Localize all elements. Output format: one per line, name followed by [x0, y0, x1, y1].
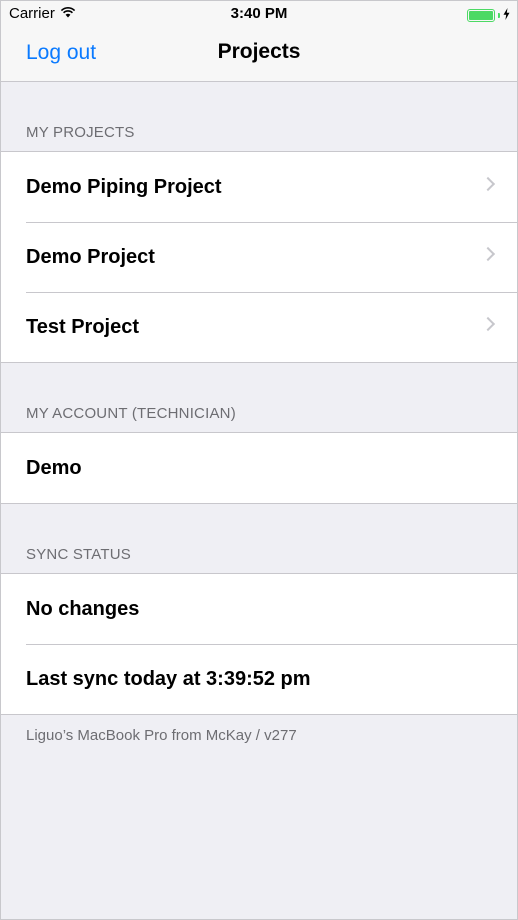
section-header-my-projects: MY PROJECTS [26, 124, 135, 141]
project-row[interactable]: Demo Project [1, 222, 517, 292]
projects-list: Demo Piping Project Demo Project Test Pr… [1, 151, 517, 363]
content: MY PROJECTS Demo Piping Project Demo Pro… [1, 82, 517, 744]
project-row[interactable]: Test Project [1, 292, 517, 362]
navigation-bar: Log out Projects [1, 27, 517, 82]
account-row: Demo [1, 433, 517, 503]
phone-screen: Carrier 3:40 PM Log out Projects MY PROJ… [0, 0, 518, 920]
status-bar: Carrier 3:40 PM [1, 1, 517, 27]
section-header-my-account: MY ACCOUNT (TECHNICIAN) [26, 405, 236, 422]
charging-bolt-icon [503, 7, 510, 24]
last-sync-label: Last sync today at 3:39:52 pm [26, 667, 311, 690]
device-version-note: Liguo’s MacBook Pro from McKay / v277 [26, 727, 297, 744]
sync-changes-row: No changes [1, 574, 517, 644]
last-sync-row: Last sync today at 3:39:52 pm [1, 644, 517, 714]
status-right [467, 7, 510, 24]
project-row[interactable]: Demo Piping Project [1, 152, 517, 222]
status-time: 3:40 PM [230, 5, 288, 22]
battery-cap [498, 13, 500, 18]
account-name: Demo [26, 456, 82, 479]
section-header-sync-status: SYNC STATUS [26, 546, 131, 563]
project-label: Demo Piping Project [26, 175, 222, 198]
project-label: Demo Project [26, 245, 155, 268]
sync-changes-label: No changes [26, 597, 140, 620]
project-label: Test Project [26, 315, 139, 338]
chevron-right-icon [480, 176, 496, 192]
chevron-right-icon [480, 316, 496, 332]
sync-list: No changes Last sync today at 3:39:52 pm [1, 573, 517, 715]
chevron-right-icon [480, 246, 496, 262]
battery-icon [467, 9, 495, 22]
page-title: Projects [217, 40, 301, 63]
account-list: Demo [1, 432, 517, 504]
battery-fill [469, 11, 493, 20]
